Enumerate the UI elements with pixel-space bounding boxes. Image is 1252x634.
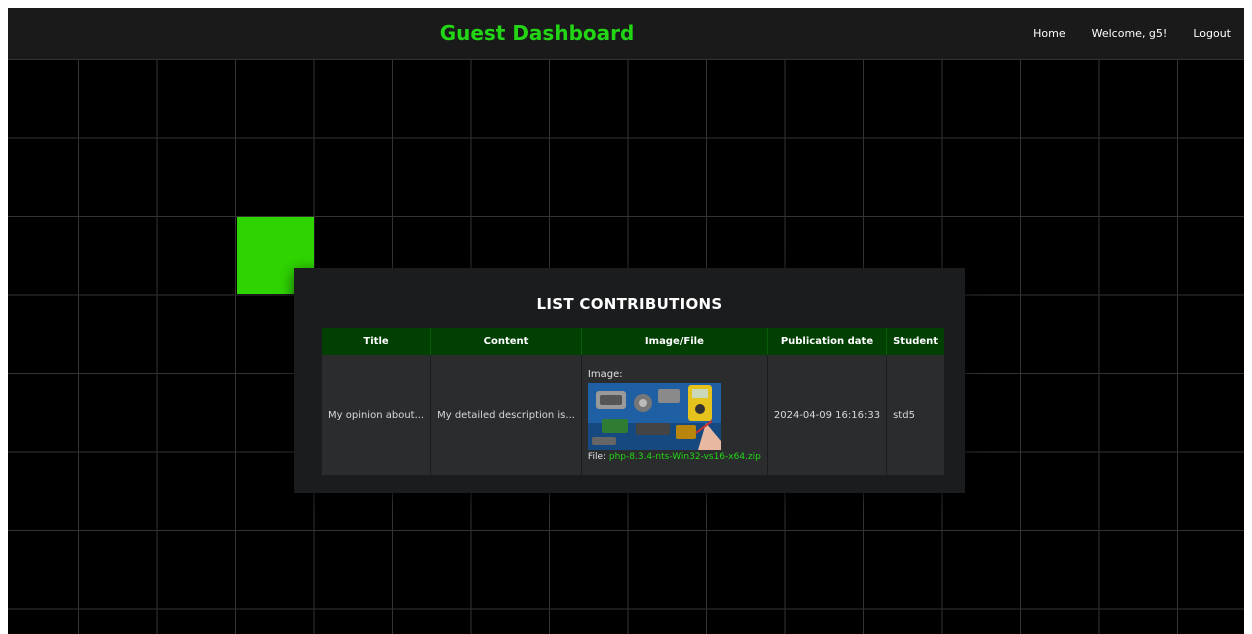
column-header-student: Student [886,328,945,355]
table-row: My opinion about... My detailed descript… [322,355,945,475]
column-header-image-file: Image/File [581,328,768,355]
thumbnail-illustration [587,382,721,450]
contribution-thumbnail-image[interactable] [587,382,721,450]
top-nav: Home Welcome, g5! Logout [1020,8,1244,59]
cell-student: std5 [886,355,945,475]
contributions-panel: LIST CONTRIBUTIONS Title Content Image/F… [294,268,965,493]
image-label: Image: [587,368,623,380]
cell-title: My opinion about... [322,355,432,475]
cell-publication-date: 2024-04-09 16:16:33 [767,355,888,475]
column-header-publication-date: Publication date [767,328,888,355]
column-header-content: Content [430,328,582,355]
contributions-table: Title Content Image/File Publication dat… [322,328,945,475]
column-header-title: Title [322,328,432,355]
top-header: Guest Dashboard Home Welcome, g5! Logout [8,8,1244,59]
page-title: Guest Dashboard [439,21,635,45]
file-download-link[interactable]: php-8.3.4-nts-Win32-vs16-x64.zip [609,452,761,462]
table-header-row: Title Content Image/File Publication dat… [322,328,945,355]
cell-content: My detailed description is... [430,355,582,475]
nav-welcome-user[interactable]: Welcome, g5! [1079,27,1181,40]
file-label: File: [587,451,609,462]
nav-home-link[interactable]: Home [1020,27,1078,40]
nav-logout-link[interactable]: Logout [1180,27,1244,40]
panel-title: LIST CONTRIBUTIONS [536,295,723,313]
app-window: Guest Dashboard Home Welcome, g5! Logout… [8,8,1244,634]
cell-image-file: Image: File: php-8.3.4-nts-Win32-vs16-x6… [581,355,768,475]
file-line: File: php-8.3.4-nts-Win32-vs16-x64.zip [588,452,761,462]
